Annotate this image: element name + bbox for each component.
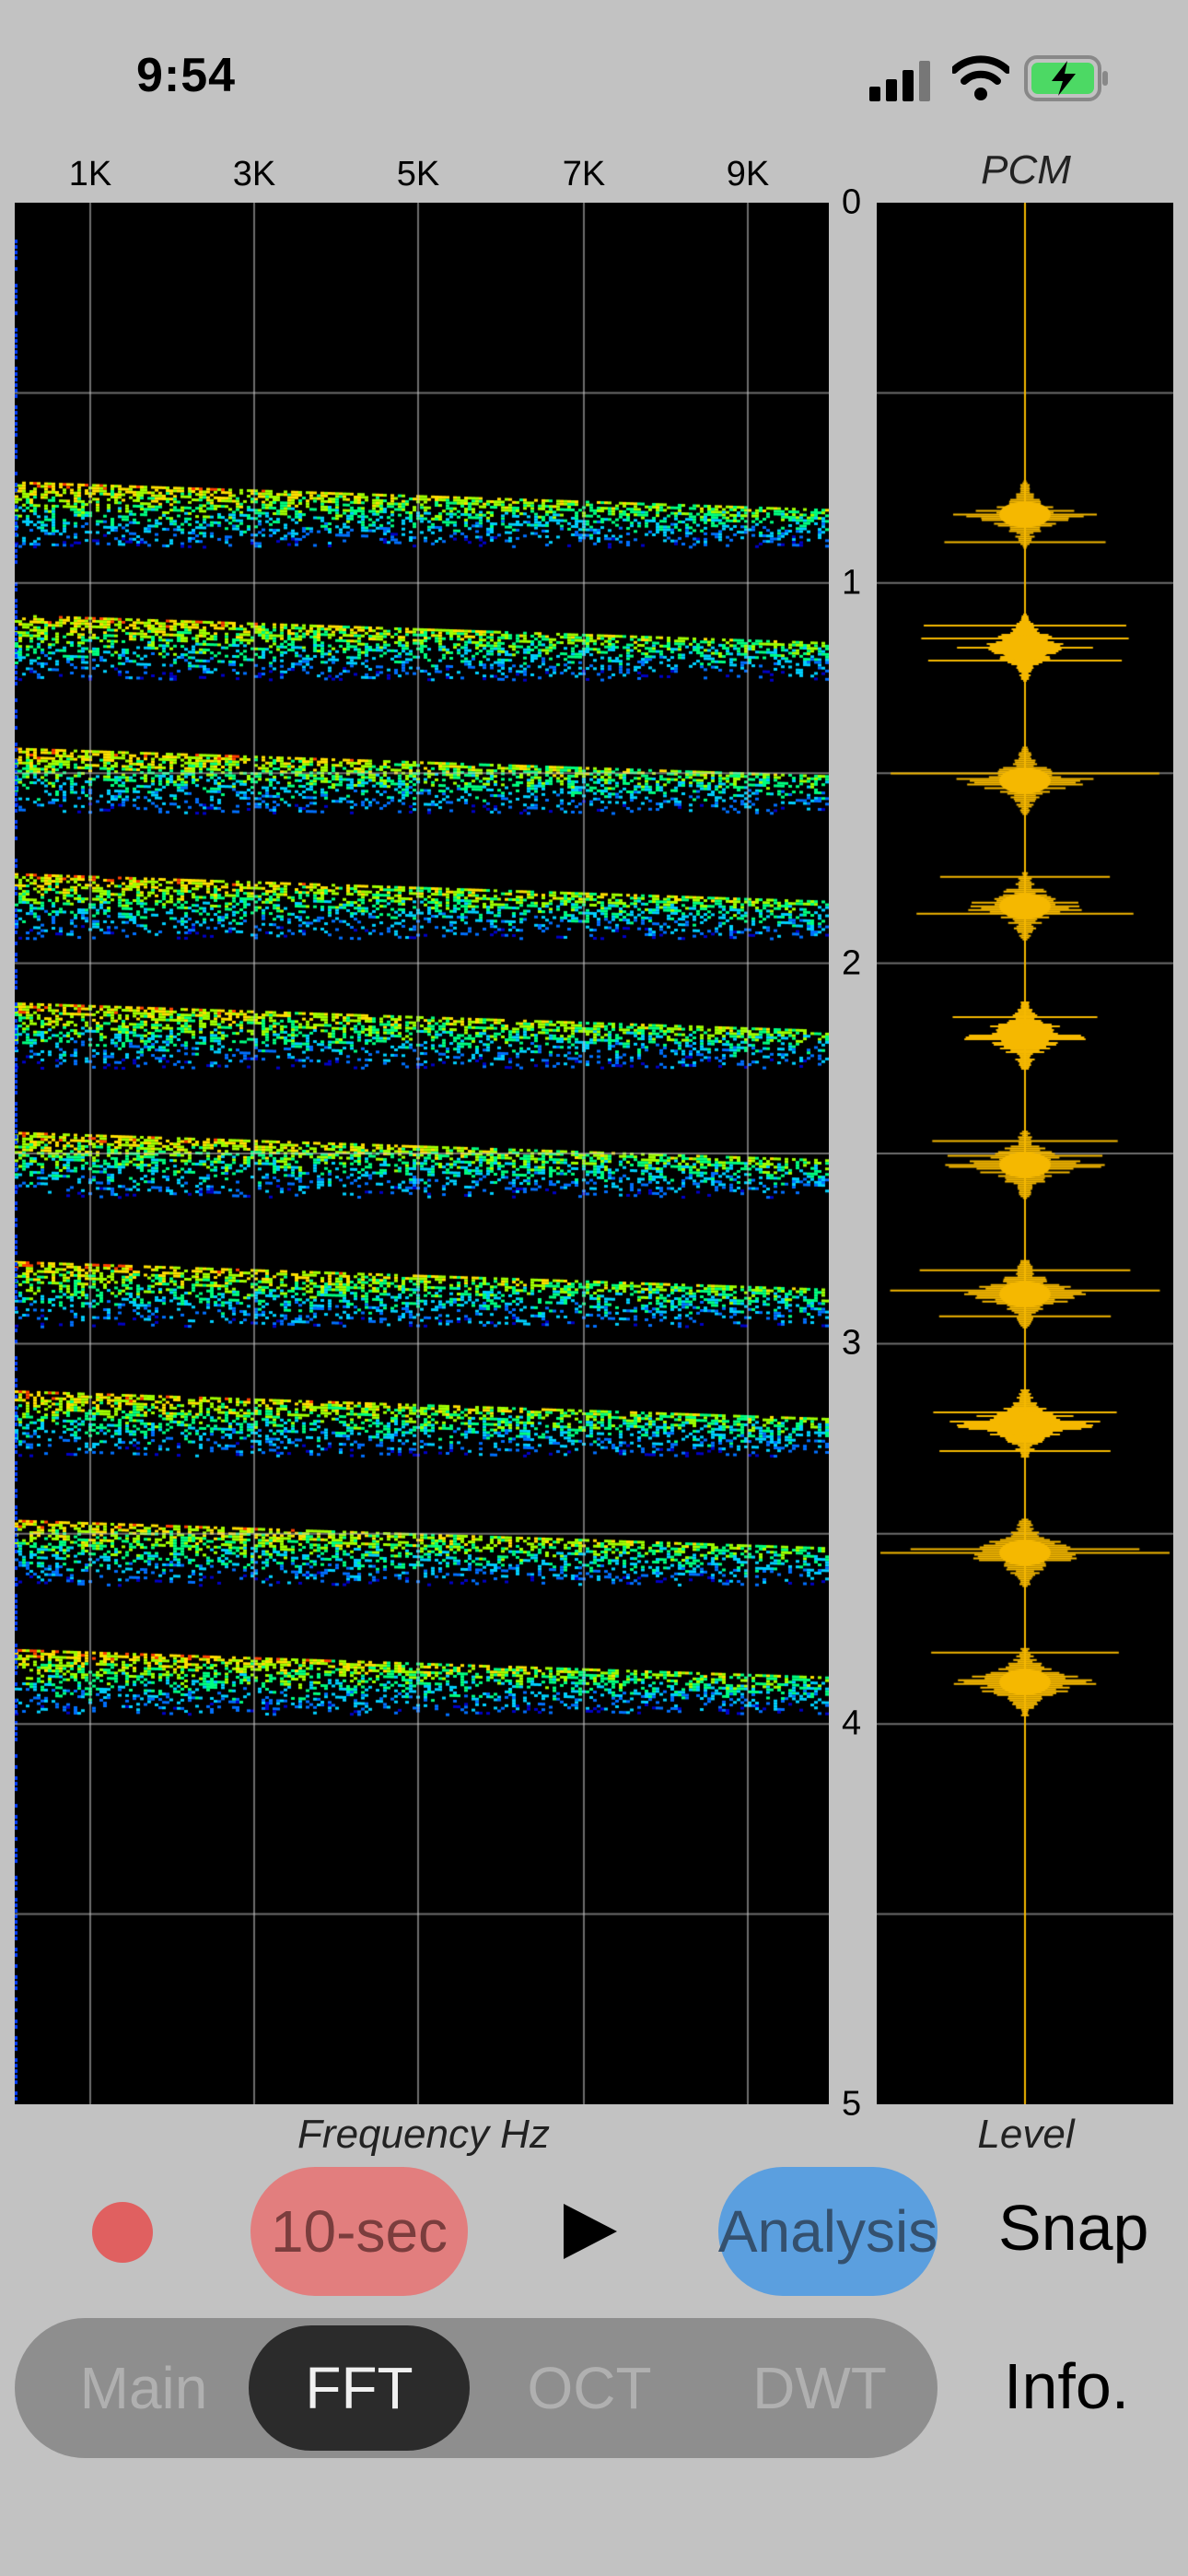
tab-fft[interactable]: FFT [249, 2325, 470, 2451]
y-tick-label: 2 [842, 943, 862, 983]
y-tick-label: 4 [842, 1704, 862, 1743]
tab-oct[interactable]: OCT [479, 2318, 700, 2458]
duration-button[interactable]: 10-sec [250, 2167, 468, 2296]
x-tick-label: 5K [396, 155, 440, 193]
y-tick-label: 0 [842, 182, 862, 222]
info-button[interactable]: Info. [1004, 2349, 1129, 2423]
spectrogram-plot[interactable] [15, 203, 829, 2104]
pcm-title: PCM [981, 147, 1071, 193]
analysis-button[interactable]: Analysis [718, 2167, 938, 2296]
tab-bar: Main FFT OCT DWT [15, 2318, 938, 2458]
record-button[interactable] [92, 2202, 153, 2263]
signal-icon [869, 61, 930, 101]
y-tick-label: 1 [842, 563, 862, 603]
wifi-icon [952, 55, 1009, 100]
tab-main[interactable]: Main [33, 2318, 254, 2458]
x-tick-label: 9K [726, 155, 770, 193]
play-icon[interactable] [564, 2204, 617, 2259]
x-axis-label: Frequency Hz [297, 2112, 550, 2157]
x-tick-label: 7K [562, 155, 606, 193]
x-tick-label: 1K [68, 155, 112, 193]
spectrogram-canvas [15, 203, 829, 2104]
pcm-waveform-canvas [877, 203, 1173, 2104]
status-time: 9:54 [136, 49, 237, 102]
snap-button[interactable]: Snap [998, 2191, 1148, 2265]
y-tick-label: 3 [842, 1323, 862, 1363]
pcm-waveform-plot [877, 203, 1173, 2104]
tab-dwt[interactable]: DWT [709, 2318, 930, 2458]
y-tick-label: 5 [842, 2084, 862, 2124]
pcm-axis-label: Level [977, 2112, 1075, 2157]
battery-charging-icon [1024, 55, 1108, 101]
x-tick-label: 3K [232, 155, 276, 193]
